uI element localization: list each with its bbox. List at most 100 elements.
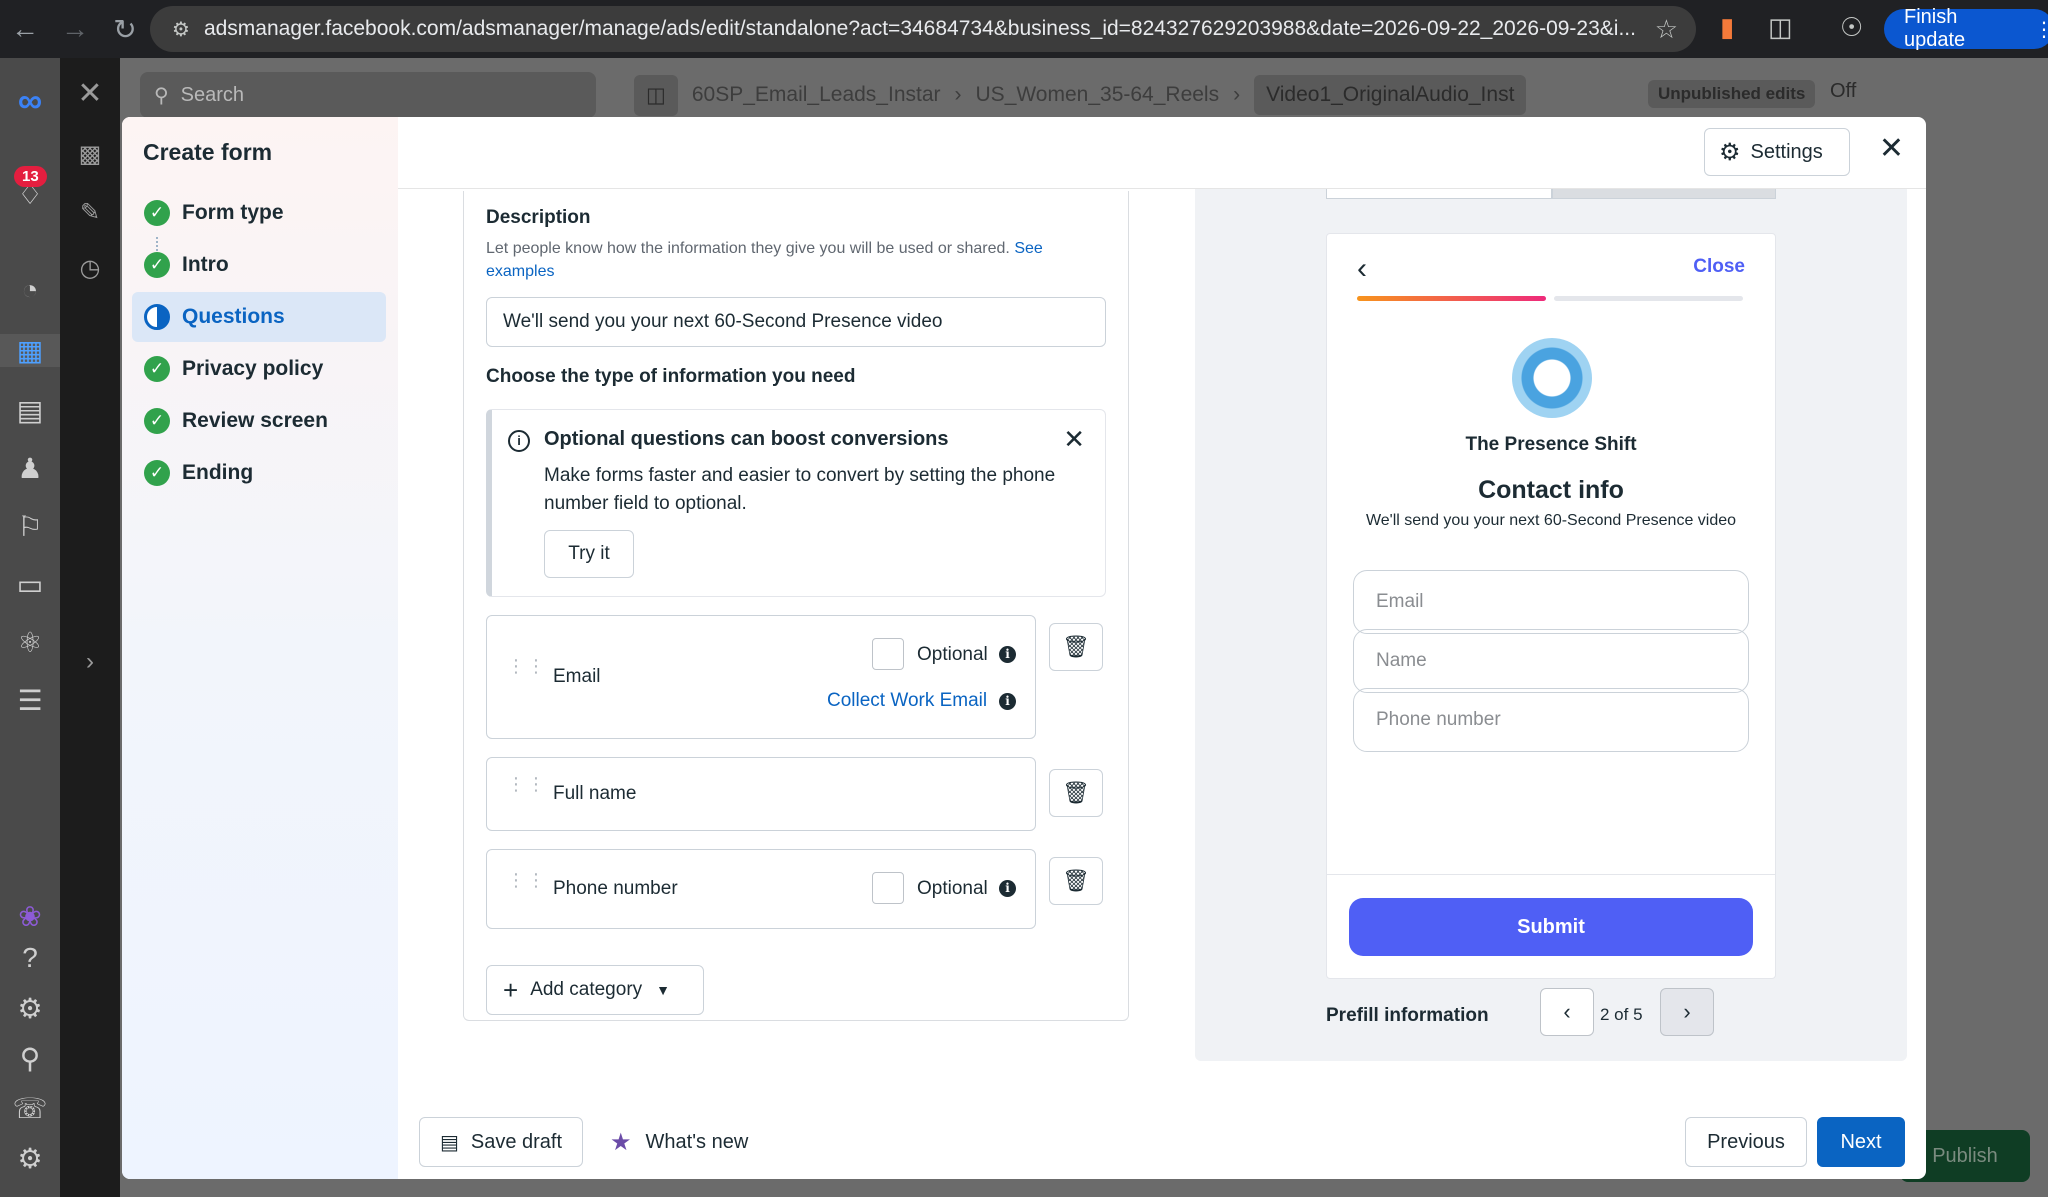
step-label: Intro (182, 253, 229, 276)
extension-icon[interactable]: ▮ (1720, 12, 1734, 43)
drag-handle-icon[interactable]: ⋮⋮ (507, 871, 545, 889)
close-modal-icon[interactable]: ✕ (1879, 131, 1904, 166)
audiences-icon[interactable]: ♟ (0, 452, 60, 485)
chevron-right-icon: › (1233, 83, 1241, 106)
info-icon[interactable]: i (999, 693, 1016, 710)
address-bar[interactable]: ⚙ adsmanager.facebook.com/adsmanager/man… (150, 6, 1696, 52)
whats-new-button[interactable]: ★ What's new (610, 1117, 748, 1167)
profile-icon[interactable]: ☉ (1840, 12, 1863, 43)
meta-logo-icon[interactable]: ∞ (0, 82, 60, 121)
add-category-button[interactable]: + Add category ▼ (486, 965, 704, 1015)
save-draft-button[interactable]: ▤ Save draft (419, 1117, 583, 1167)
question-label: Phone number (553, 878, 678, 899)
expand-chevron-icon[interactable]: › (60, 648, 120, 676)
chart-icon[interactable]: ▩ (60, 140, 120, 169)
ad-status-label: Off (1830, 80, 1857, 102)
reload-icon[interactable]: ↻ (100, 0, 150, 58)
pages-icon[interactable]: ▤ (0, 394, 60, 427)
preview-tabs (1326, 189, 1776, 199)
in-progress-icon (144, 304, 170, 330)
optional-checkbox[interactable] (872, 638, 904, 670)
bookmark-star-icon[interactable]: ☆ (1655, 14, 1678, 45)
search-icon[interactable]: ⚲ (0, 1042, 60, 1075)
next-page-button[interactable]: › (1660, 988, 1714, 1036)
check-icon: ✓ (144, 408, 170, 434)
question-label: Full name (553, 783, 637, 804)
prev-page-button[interactable]: ‹ (1540, 988, 1594, 1036)
create-form-modal: Create form ✓ Form type ✓ Intro Questions … (122, 117, 1926, 1179)
search-input[interactable]: ⚲ Search (140, 72, 596, 118)
menu-icon[interactable]: ☰ (0, 684, 60, 717)
drag-handle-icon[interactable]: ⋮⋮ (507, 775, 545, 793)
preview-subtitle: We'll send you your next 60-Second Prese… (1365, 512, 1737, 529)
step-review-screen[interactable]: ✓ Review screen (132, 396, 386, 446)
info-icon[interactable]: i (999, 880, 1016, 897)
back-chevron-icon[interactable]: ‹ (1357, 252, 1367, 286)
optional-checkbox[interactable] (872, 872, 904, 904)
preview-name-field[interactable]: Name (1353, 629, 1749, 693)
drag-handle-icon[interactable]: ⋮⋮ (507, 657, 545, 675)
step-questions[interactable]: Questions (132, 292, 386, 342)
megaphone-icon[interactable]: ⚐ (0, 510, 60, 543)
close-panel-icon[interactable]: ✕ (60, 76, 120, 111)
check-icon: ✓ (144, 200, 170, 226)
history-clock-icon[interactable]: ◷ (60, 254, 120, 283)
check-icon: ✓ (144, 460, 170, 486)
breadcrumb-ad[interactable]: Video1_OriginalAudio_Inst (1254, 75, 1527, 115)
steps-sidebar: Create form ✓ Form type ✓ Intro Questions … (122, 117, 398, 1179)
divider (1327, 874, 1775, 875)
delete-full-name-button[interactable]: 🗑 (1049, 769, 1103, 817)
billing-card-icon[interactable]: ▭ (0, 568, 60, 601)
preview-tab-selected[interactable] (1552, 189, 1776, 199)
campaigns-table-icon[interactable]: ▦ (0, 334, 60, 367)
secondary-nav-rail: ✕ ▩ ✎ ◷ › (60, 58, 120, 1197)
meta-ai-icon[interactable]: ❀ (0, 900, 60, 933)
step-label: Questions (182, 305, 285, 328)
preview-title: Contact info (1478, 476, 1624, 504)
breadcrumb-campaign[interactable]: 60SP_Email_Leads_Instar (692, 83, 941, 107)
finish-update-button[interactable]: Finish update ⋮ (1884, 6, 2048, 51)
star-icon: ★ (610, 1128, 632, 1156)
collect-work-email-link[interactable]: Collect Work Email (827, 690, 987, 712)
info-icon: i (508, 430, 530, 452)
next-button[interactable]: Next (1817, 1117, 1905, 1167)
description-help-text: Let people know how the information they… (486, 240, 1010, 257)
site-info-icon[interactable]: ⚙ (172, 17, 190, 42)
settings-button[interactable]: ⚙ Settings (1704, 128, 1850, 176)
step-privacy-policy[interactable]: ✓ Privacy policy (132, 344, 386, 394)
extensions-puzzle-icon[interactable]: ◫ (1768, 12, 1793, 43)
breadcrumb-adset[interactable]: US_Women_35-64_Reels (976, 83, 1220, 107)
delete-email-button[interactable]: 🗑 (1049, 623, 1103, 671)
description-input[interactable]: We'll send you your next 60-Second Prese… (486, 297, 1106, 347)
info-icon[interactable]: i (999, 646, 1016, 663)
back-arrow-icon[interactable]: ← (0, 0, 50, 58)
url-text: adsmanager.facebook.com/adsmanager/manag… (203, 17, 1636, 40)
try-it-button[interactable]: Try it (544, 530, 634, 578)
preview-phone-field[interactable]: Phone number (1353, 688, 1749, 752)
delete-phone-number-button[interactable]: 🗑 (1049, 857, 1103, 905)
settings-gear-icon[interactable]: ⚙ (0, 992, 60, 1025)
progress-step-complete (1357, 296, 1546, 301)
dismiss-tip-icon[interactable]: ✕ (1063, 424, 1085, 455)
previous-button[interactable]: Previous (1685, 1117, 1807, 1167)
search-icon: ⚲ (154, 84, 169, 107)
trash-icon: 🗑 (1062, 634, 1090, 659)
whats-new-label: What's new (645, 1130, 749, 1153)
forward-arrow-icon[interactable]: → (50, 0, 100, 58)
bug-icon[interactable]: ⚙ (0, 1142, 60, 1175)
page-indicator: 2 of 5 (1600, 1005, 1643, 1024)
step-ending[interactable]: ✓ Ending (132, 448, 386, 498)
panel-toggle-icon[interactable]: ◫ (634, 74, 678, 116)
preview-close-link[interactable]: Close (1693, 256, 1745, 278)
preview-submit-button[interactable]: Submit (1349, 898, 1753, 956)
preview-tab[interactable] (1326, 189, 1552, 199)
edit-pencil-icon[interactable]: ✎ (60, 198, 120, 227)
step-intro[interactable]: ✓ Intro (132, 240, 386, 290)
step-form-type[interactable]: ✓ Form type (132, 188, 386, 238)
chevron-left-icon: ‹ (1563, 999, 1571, 1024)
network-icon[interactable]: ⚛ (0, 626, 60, 659)
dashboard-icon[interactable]: ◔ (0, 274, 60, 306)
preview-email-field[interactable]: Email (1353, 570, 1749, 634)
headset-icon[interactable]: ☏ (0, 1092, 60, 1125)
help-icon[interactable]: ? (0, 942, 60, 974)
